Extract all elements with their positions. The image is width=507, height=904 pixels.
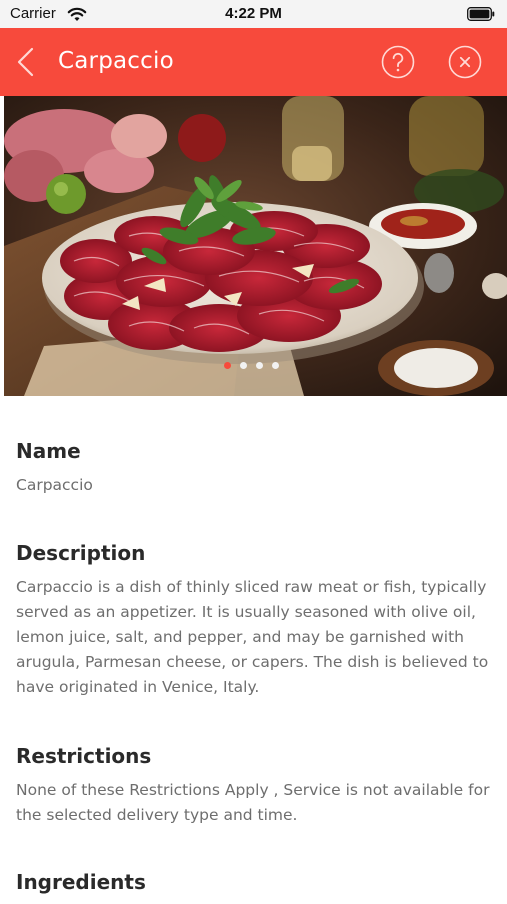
carousel-dot[interactable] xyxy=(224,362,231,369)
name-value: Carpaccio xyxy=(16,476,93,494)
ingredients-heading: Ingredients xyxy=(16,870,146,894)
close-button[interactable] xyxy=(448,45,482,79)
name-heading: Name xyxy=(16,439,81,463)
carousel-dot[interactable] xyxy=(272,362,279,369)
dish-photo xyxy=(4,96,507,396)
question-circle-icon xyxy=(381,45,415,79)
restrictions-text: None of these Restrictions Apply , Servi… xyxy=(16,781,490,824)
restrictions-heading: Restrictions xyxy=(16,744,152,768)
back-button[interactable] xyxy=(14,46,38,78)
navigation-bar: Carpaccio xyxy=(0,28,507,96)
dish-image-carousel[interactable] xyxy=(4,96,507,396)
help-button[interactable] xyxy=(381,45,415,79)
description-heading: Description xyxy=(16,541,146,565)
name-section: Name Carpaccio xyxy=(16,438,93,498)
ingredients-section: Ingredients xyxy=(16,869,146,904)
chevron-left-icon xyxy=(17,47,34,77)
page-title: Carpaccio xyxy=(58,48,174,74)
description-text: Carpaccio is a dish of thinly sliced raw… xyxy=(16,578,489,696)
carousel-dot[interactable] xyxy=(240,362,247,369)
description-section: Description Carpaccio is a dish of thinl… xyxy=(16,540,492,700)
carousel-dot[interactable] xyxy=(256,362,263,369)
close-circle-icon xyxy=(448,45,482,79)
restrictions-section: Restrictions None of these Restrictions … xyxy=(16,743,492,828)
status-time: 4:22 PM xyxy=(225,5,282,22)
carousel-page-indicator[interactable] xyxy=(224,362,294,372)
battery-icon xyxy=(467,7,495,21)
status-bar: Carrier 4:22 PM xyxy=(0,0,507,28)
